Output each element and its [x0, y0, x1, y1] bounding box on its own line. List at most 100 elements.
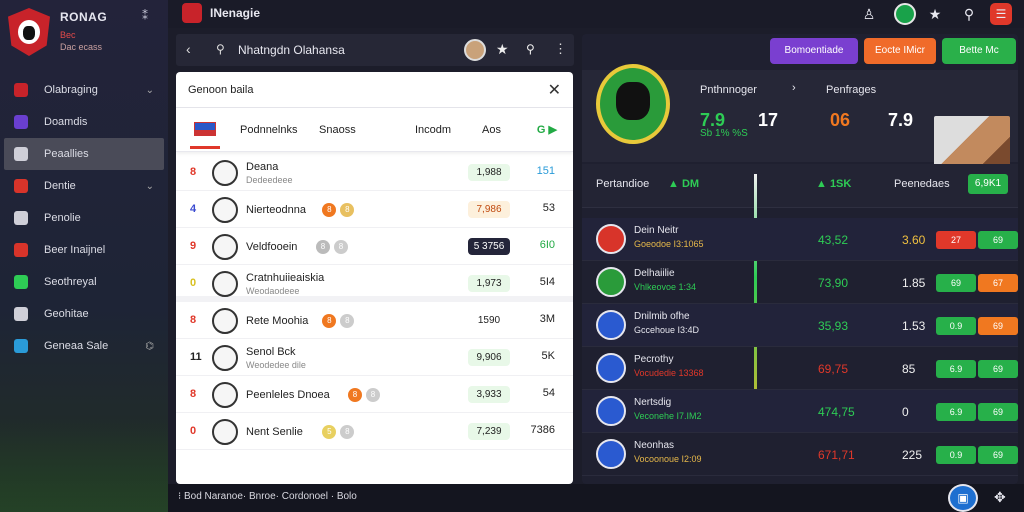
item-pill-b[interactable]: 69: [978, 231, 1018, 249]
row-chip: 8: [340, 203, 355, 217]
more-icon[interactable]: ⋮: [554, 41, 567, 57]
item-pill-a[interactable]: 69: [936, 274, 976, 292]
zoom-icon[interactable]: ⚲: [526, 42, 535, 56]
item-pill-b[interactable]: 67: [978, 274, 1018, 292]
table-row[interactable]: 0 Cratnhuiieaiskia Weodaodeee 1,973 5I4: [176, 265, 573, 302]
item-sub: Gccehoue I3:4D: [634, 325, 700, 335]
row-value: 53: [542, 202, 555, 214]
row-pill: 1590: [468, 312, 510, 329]
table-row[interactable]: 9 Veldfooein 8 8 5 3756 6I0: [176, 228, 573, 265]
list-item[interactable]: Dnilmib ofhe Gccehoue I3:4D 35,93 1.53 0.9 69: [582, 304, 1018, 347]
avatar[interactable]: [464, 39, 486, 61]
collapse-icon[interactable]: ⁑: [142, 9, 148, 23]
table-row[interactable]: 11 Senol Bck Weodedee dile 9,906 5K: [176, 339, 573, 376]
bottom-nav-text[interactable]: ⁝ Bod Naranoe· Bnroe· Cordonoel · Bolo: [178, 491, 357, 502]
chevron-icon[interactable]: ⌄: [146, 85, 154, 96]
search-icon[interactable]: ⚲: [216, 42, 225, 56]
brand[interactable]: RONAG Bec Dac ecass: [8, 8, 107, 56]
tab-incodm[interactable]: Incodm: [415, 124, 451, 136]
search-icon[interactable]: ⚲: [958, 3, 980, 25]
team-badge-icon: [212, 234, 238, 260]
item-value: 671,71: [818, 448, 855, 462]
row-value: 7386: [530, 424, 555, 436]
close-icon[interactable]: ✕: [548, 80, 561, 100]
table-row[interactable]: 8 Peenleles Dnoea 8 8 3,933 54: [176, 376, 573, 413]
list-item[interactable]: Delhaiilie Vhlkeovoe 1:34 73,90 1.85 69 67: [582, 261, 1018, 304]
profile-avatar[interactable]: [894, 3, 916, 25]
row-chip: 8: [334, 240, 348, 254]
sidebar-item-8[interactable]: Geneaa Sale ⌬: [0, 330, 168, 362]
stats-bar: Pertandioe ▲ DM ▲ 1SK Peenedaes 6,9K1: [582, 164, 1018, 208]
sidebar-item-label: Olabraging: [44, 84, 98, 96]
search-title[interactable]: Nhatngdn Olahansa: [238, 43, 345, 57]
star-icon[interactable]: ★: [496, 41, 509, 58]
globe-icon: [14, 179, 28, 193]
team-badge-icon: [212, 382, 238, 408]
item-name: Dnilmib ofhe: [634, 311, 690, 322]
item-pill-b[interactable]: 69: [978, 360, 1018, 378]
panel-header: Genoon baila ✕: [176, 72, 573, 108]
team-badge-icon: [212, 197, 238, 223]
stats-pill[interactable]: 6,9K1: [968, 174, 1008, 194]
standings-panel: Genoon baila ✕ Podnnelnks Snaoss Incodm …: [176, 72, 573, 484]
row-value: 5I4: [539, 276, 555, 288]
row-chip: 5: [322, 425, 337, 439]
flag-icon[interactable]: [194, 122, 216, 136]
row-rank: 8: [190, 388, 197, 400]
item-pill-b[interactable]: 69: [978, 317, 1018, 335]
row-rank: 8: [190, 166, 197, 178]
list-item[interactable]: Neonhas Vocoonoue I2:09 671,71 225 0.9 69: [582, 433, 1018, 476]
item-pill-a[interactable]: 0.9: [936, 446, 976, 464]
table-row[interactable]: 8 Deana Dedeedeee 1,988 151: [176, 154, 573, 191]
star-icon[interactable]: ★: [924, 3, 946, 25]
table-row[interactable]: 4 Nierteodnna 8 8 7,986 53: [176, 191, 573, 228]
chevron-icon[interactable]: ⌬: [145, 341, 154, 352]
back-icon[interactable]: ‹: [186, 41, 191, 57]
list-item[interactable]: Nertsdig Veconehe I7.IM2 474,75 0 6.9 69: [582, 390, 1018, 433]
team-crest-icon: [596, 224, 626, 254]
sidebar-item-5[interactable]: Beer Inaijnel: [0, 234, 168, 266]
action-button[interactable]: ▣: [948, 484, 978, 512]
table-row[interactable]: 0 Nent Senlie 5 8 7,239 7386: [176, 413, 573, 450]
item-pill-a[interactable]: 27: [936, 231, 976, 249]
sidebar-nav: Olabraging ⌄ Doamdis Peaallies Dentie ⌄ Penoli…: [0, 74, 168, 362]
app-logo[interactable]: [182, 3, 202, 23]
search-bar: ‹ ⚲ Nhatngdn Olahansa ★ ⚲ ⋮: [176, 34, 574, 66]
sidebar-item-7[interactable]: Geohitae: [0, 298, 168, 330]
sidebar-item-0[interactable]: Olabraging ⌄: [0, 74, 168, 106]
brand-logo: [8, 8, 50, 56]
move-icon[interactable]: ✥: [994, 489, 1006, 506]
tab-podnnelnks[interactable]: Podnnelnks: [240, 124, 298, 136]
user-icon[interactable]: ♙: [858, 3, 880, 25]
tab-more[interactable]: G ▶: [537, 123, 557, 136]
item-value: 474,75: [818, 405, 855, 419]
list-item[interactable]: Dein Neitr Goeodoe I3:1065 43,52 3.60 27 69: [582, 218, 1018, 261]
brand-title: RONAG: [60, 10, 108, 24]
stats-label: Pertandioe: [596, 178, 650, 190]
team-crest-icon[interactable]: [596, 64, 670, 144]
sidebar-item-1[interactable]: Doamdis: [0, 106, 168, 138]
menu-icon[interactable]: ☰: [990, 3, 1012, 25]
chevron-icon[interactable]: ⌄: [146, 181, 154, 192]
bette-button[interactable]: Bette Mc: [942, 38, 1016, 64]
stats-trend-a: ▲ DM: [668, 178, 700, 190]
item-pill-a[interactable]: 6.9: [936, 360, 976, 378]
item-pill-b[interactable]: 69: [978, 403, 1018, 421]
row-sub: Weodaodeee: [246, 286, 300, 296]
item-pill-b[interactable]: 69: [978, 446, 1018, 464]
sidebar-item-4[interactable]: Penolie: [0, 202, 168, 234]
item-pill-a[interactable]: 6.9: [936, 403, 976, 421]
tab-snaoss[interactable]: Snaoss: [319, 124, 356, 136]
sidebar-item-3[interactable]: Dentie ⌄: [0, 170, 168, 202]
bomoentiade-button[interactable]: Bomoentiade: [770, 38, 858, 64]
list-item[interactable]: Pecrothy Vocudedie 13368 69,75 85 6.9 69: [582, 347, 1018, 390]
row-sub: Dedeedeee: [246, 175, 293, 185]
item-pill-a[interactable]: 0.9: [936, 317, 976, 335]
eocte-button[interactable]: Eocte IMicr: [864, 38, 936, 64]
sidebar-item-6[interactable]: Seothreyal: [0, 266, 168, 298]
shield-icon: [14, 83, 28, 97]
sidebar-item-2[interactable]: Peaallies: [4, 138, 164, 170]
tab-aos[interactable]: Aos: [482, 124, 501, 136]
table-row[interactable]: 8 Rete Moohia 8 8 1590 3M: [176, 302, 573, 339]
chevron-right-icon[interactable]: ›: [792, 82, 796, 94]
